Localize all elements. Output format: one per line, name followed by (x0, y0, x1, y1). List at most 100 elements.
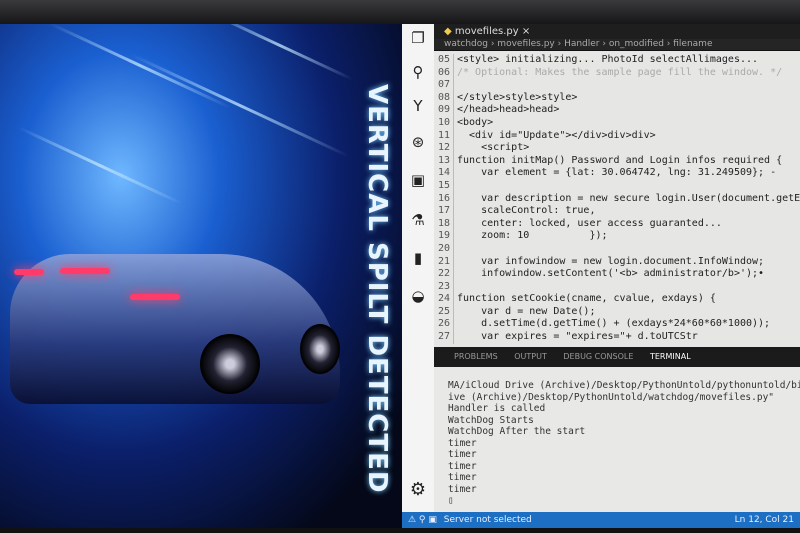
code-text: <div id="Update"></div>div>div> (457, 129, 656, 141)
line-number: 10 (434, 116, 454, 130)
code-text: var description = new secure login.User(… (457, 192, 800, 204)
line-number: 21 (434, 255, 454, 269)
tab-output[interactable]: OUTPUT (514, 352, 547, 361)
code-text: function initMap() Password and Login in… (457, 154, 783, 166)
code-text: <style> initializing... PhotoId selectAl… (457, 54, 759, 65)
code-editor: ◆ movefiles.py × watchdog › movefiles.py… (434, 24, 800, 516)
line-number: 08 (434, 91, 454, 105)
car (10, 254, 340, 404)
terminal-line: WatchDog Starts (448, 414, 534, 426)
code-text: d.setTime(d.getTime() + (exdays*24*60*60… (457, 318, 771, 330)
extensions-icon[interactable]: ▣ (408, 170, 428, 190)
source-control-icon[interactable]: Y (408, 96, 428, 116)
monitor-bezel-bottom (0, 528, 800, 533)
line-number: 23 (434, 280, 454, 294)
line-number: 19 (434, 230, 454, 243)
code-text: function setCookie(cname, cvalue, exdays… (457, 293, 716, 305)
activity-bar: ❐ ⚲ Y ⊛ ▣ ⚗ ▮ ◒ ⚙ (402, 24, 434, 516)
code-text: <body> (457, 116, 494, 128)
panel-tabs: PROBLEMS OUTPUT DEBUG CONSOLE TERMINAL (434, 347, 800, 367)
python-icon: ◆ (444, 26, 455, 37)
code-line: 15 (434, 179, 800, 193)
code-line: 14 var element = {lat: 30.064742, lng: 3… (434, 167, 800, 180)
line-number: 06 (434, 66, 454, 80)
code-text: </style>style>style> (457, 91, 578, 103)
code-line: 23 (434, 280, 800, 294)
code-line: 08 </style>style>style> (434, 91, 800, 105)
line-number: 14 (434, 167, 454, 180)
code-text: infowindow.setContent('<b> administrator… (457, 268, 765, 280)
wallpaper-car-image: VERTICAL SPILT DETECTED (0, 24, 402, 533)
code-line: 11 <div id="Update"></div>div>div> (434, 129, 800, 143)
line-number: 24 (434, 293, 454, 306)
tab-bar: ◆ movefiles.py × (434, 24, 800, 39)
line-number: 09 (434, 104, 454, 117)
code-line: 05 <style> initializing... PhotoId select… (434, 54, 800, 67)
files-icon[interactable]: ❐ (408, 28, 428, 48)
code-line: 22 infowindow.setContent('<b> administra… (434, 268, 800, 281)
line-number: 13 (434, 154, 454, 168)
line-number: 18 (434, 217, 454, 231)
code-line: 13 function initMap() Password and Login … (434, 154, 800, 168)
code-text: </head>head>head> (457, 104, 560, 116)
terminal-line: timer (448, 483, 477, 495)
code-line: 20 (434, 242, 800, 256)
flask-icon[interactable]: ⚗ (408, 210, 428, 230)
code-line: 27 var expires = "expires="+ d.toUTCStr (434, 331, 800, 344)
terminal-line: MA/iCloud Drive (Archive)/Desktop/Python… (448, 380, 800, 391)
code-text: var element = {lat: 30.064742, lng: 31.2… (457, 167, 777, 179)
monitor-bezel (0, 0, 800, 24)
terminal-line: timer (448, 472, 477, 483)
code-line: 18 center: locked, user access guaranted… (434, 217, 800, 231)
line-number: 16 (434, 192, 454, 206)
tab-movefiles[interactable]: ◆ movefiles.py × (444, 24, 538, 39)
code-line: 12 <script> (434, 142, 800, 155)
tab-label: movefiles.py (454, 26, 519, 37)
code-line: 10 <body> (434, 116, 800, 130)
debug-icon[interactable]: ⊛ (408, 132, 428, 152)
server-status[interactable]: Server not selected (444, 515, 532, 525)
gear-icon[interactable]: ⚙ (408, 480, 428, 500)
docker-icon[interactable]: ◒ (408, 286, 428, 306)
code-area[interactable]: 05 <style> initializing... PhotoId select… (434, 51, 800, 347)
code-line: 24 function setCookie(cname, cvalue, exda… (434, 293, 800, 306)
terminal[interactable]: MA/iCloud Drive (Archive)/Desktop/Python… (434, 367, 800, 516)
code-line: 19 zoom: 10 }); (434, 230, 800, 243)
line-number: 07 (434, 79, 454, 92)
line-number: 15 (434, 179, 454, 193)
code-text: var expires = "expires="+ d.toUTCStr (457, 331, 698, 343)
terminal-line: timer (448, 460, 477, 472)
tab-debug-console[interactable]: DEBUG CONSOLE (563, 352, 633, 361)
bookmark-icon[interactable]: ▮ (408, 248, 428, 268)
cursor-position[interactable]: Ln 12, Col 21 (735, 512, 794, 528)
code-line: 26 d.setTime(d.getTime() + (exdays*24*60… (434, 318, 800, 332)
tab-problems[interactable]: PROBLEMS (454, 352, 498, 361)
line-number: 27 (434, 331, 454, 344)
tab-terminal[interactable]: TERMINAL (650, 352, 691, 361)
line-number: 17 (434, 205, 454, 218)
search-icon[interactable]: ⚲ (408, 62, 428, 82)
code-text: /* Optional: Makes the sample page fill … (457, 66, 783, 78)
line-number: 20 (434, 242, 454, 256)
code-text: scaleControl: true, (457, 205, 596, 217)
vertical-split-detected-text: VERTICAL SPILT DETECTED (362, 84, 392, 494)
breadcrumb[interactable]: watchdog › movefiles.py › Handler › on_m… (434, 39, 800, 50)
line-number: 05 (434, 54, 454, 67)
line-number: 11 (434, 129, 454, 143)
code-line: 25 var d = new Date(); (434, 305, 800, 319)
line-number: 25 (434, 305, 454, 319)
code-line: 09 </head>head>head> (434, 104, 800, 117)
code-text: var infowindow = new login.document.Info… (457, 255, 765, 267)
terminal-line: timer (448, 437, 477, 449)
code-text: zoom: 10 }); (457, 230, 608, 242)
code-line: 17 scaleControl: true, (434, 205, 800, 218)
status-bar: ⚠ ⚲ ▣ Server not selected Ln 12, Col 21 (402, 512, 800, 528)
line-number: 22 (434, 268, 454, 281)
code-line: 07 (434, 79, 800, 92)
terminal-line: Handler is called (448, 403, 546, 414)
line-number: 12 (434, 142, 454, 155)
warning-icon[interactable]: ⚠ ⚲ ▣ (408, 515, 437, 525)
code-text: center: locked, user access guaranted... (457, 217, 722, 229)
terminal-line: ive (Archive)/Desktop/PythonUntold/watch… (448, 391, 775, 403)
close-tab-icon[interactable]: × (522, 26, 530, 37)
